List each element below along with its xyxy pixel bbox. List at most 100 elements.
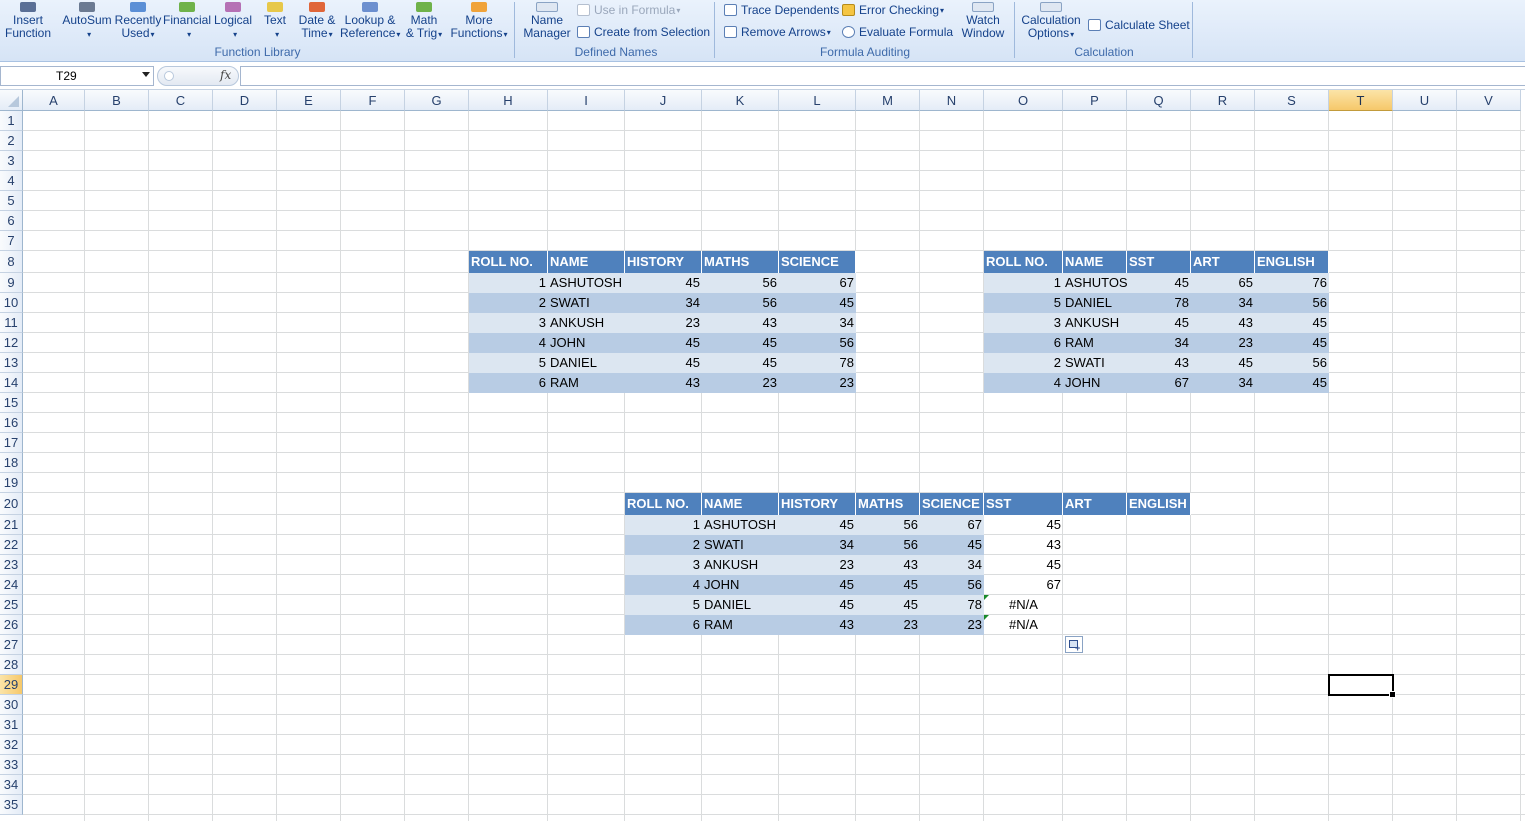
cell-r8[interactable]: ART	[1191, 251, 1255, 273]
column-header-k[interactable]: K	[702, 90, 779, 111]
cell-s11[interactable]: 45	[1255, 313, 1329, 333]
cell-o20[interactable]: SST	[984, 493, 1063, 515]
cell-p9[interactable]: ASHUTOSH	[1063, 273, 1127, 293]
active-cell-selection[interactable]	[1328, 674, 1396, 698]
cell-r9[interactable]: 65	[1191, 273, 1255, 293]
cell-r10[interactable]: 34	[1191, 293, 1255, 313]
cell-k20[interactable]: NAME	[702, 493, 779, 515]
cell-s10[interactable]: 56	[1255, 293, 1329, 313]
row-header-14[interactable]: 14	[0, 373, 23, 393]
cell-i10[interactable]: SWATI	[548, 293, 625, 313]
cell-l21[interactable]: 45	[779, 515, 856, 535]
cell-s8[interactable]: ENGLISH	[1255, 251, 1329, 273]
paste-options-icon[interactable]: +	[1065, 636, 1083, 653]
cell-l12[interactable]: 56	[779, 333, 856, 353]
row-header-21[interactable]: 21	[0, 515, 23, 535]
cell-j20[interactable]: ROLL NO.	[625, 493, 702, 515]
insert-function-button[interactable]: Insert Function	[2, 2, 54, 40]
watch-window-button[interactable]: Watch Window	[958, 2, 1008, 40]
cell-i9[interactable]: ASHUTOSH	[548, 273, 625, 293]
cell-k9[interactable]: 56	[702, 273, 779, 293]
column-header-g[interactable]: G	[405, 90, 469, 111]
cell-p12[interactable]: RAM	[1063, 333, 1127, 353]
cell-o25[interactable]: #N/A	[984, 595, 1063, 615]
worksheet-grid[interactable]: A B C D E F G H I J K L M N O P Q R S T U V 1 2 3 4 5 6 7 8 9 10 11 12 13 1…	[0, 90, 1525, 821]
row-header-28[interactable]: 28	[0, 655, 23, 675]
row-header-18[interactable]: 18	[0, 453, 23, 473]
row-header-17[interactable]: 17	[0, 433, 23, 453]
row-header-13[interactable]: 13	[0, 353, 23, 373]
column-header-h[interactable]: H	[469, 90, 548, 111]
column-header-m[interactable]: M	[856, 90, 920, 111]
cell-l22[interactable]: 34	[779, 535, 856, 555]
calculation-options-button[interactable]: Calculation Options▾	[1018, 2, 1084, 41]
cell-n21[interactable]: 67	[920, 515, 984, 535]
cell-r11[interactable]: 43	[1191, 313, 1255, 333]
row-header-9[interactable]: 9	[0, 273, 23, 293]
cell-l24[interactable]: 45	[779, 575, 856, 595]
cell-m20[interactable]: MATHS	[856, 493, 920, 515]
cell-o12[interactable]: 6	[984, 333, 1063, 353]
cell-h8[interactable]: ROLL NO.	[469, 251, 548, 273]
cell-q14[interactable]: 67	[1127, 373, 1191, 393]
error-checking-button[interactable]: Error Checking ▾	[842, 3, 944, 17]
row-header-4[interactable]: 4	[0, 171, 23, 191]
row-header-31[interactable]: 31	[0, 715, 23, 735]
cell-q10[interactable]: 78	[1127, 293, 1191, 313]
cell-q8[interactable]: SST	[1127, 251, 1191, 273]
row-header-16[interactable]: 16	[0, 413, 23, 433]
cell-k21[interactable]: ASHUTOSH	[702, 515, 779, 535]
logical-button[interactable]: Logical ▾	[211, 2, 255, 41]
cell-s14[interactable]: 45	[1255, 373, 1329, 393]
column-header-s[interactable]: S	[1255, 90, 1329, 111]
use-in-formula-button[interactable]: Use in Formula ▾	[577, 3, 680, 17]
column-header-a[interactable]: A	[23, 90, 85, 111]
cell-n26[interactable]: 23	[920, 615, 984, 635]
evaluate-formula-button[interactable]: Evaluate Formula	[842, 25, 953, 39]
row-header-11[interactable]: 11	[0, 313, 23, 333]
cell-k11[interactable]: 43	[702, 313, 779, 333]
cell-k24[interactable]: JOHN	[702, 575, 779, 595]
cell-m26[interactable]: 23	[856, 615, 920, 635]
cell-p14[interactable]: JOHN	[1063, 373, 1127, 393]
text-button[interactable]: Text ▾	[258, 2, 292, 41]
cell-i11[interactable]: ANKUSH	[548, 313, 625, 333]
select-all-corner[interactable]	[0, 90, 23, 111]
cell-k23[interactable]: ANKUSH	[702, 555, 779, 575]
cell-k13[interactable]: 45	[702, 353, 779, 373]
cell-p8[interactable]: NAME	[1063, 251, 1127, 273]
row-header-35[interactable]: 35	[0, 795, 23, 815]
row-header-19[interactable]: 19	[0, 473, 23, 493]
expand-handle-icon[interactable]	[164, 71, 174, 81]
cell-k26[interactable]: RAM	[702, 615, 779, 635]
cell-o11[interactable]: 3	[984, 313, 1063, 333]
cell-j25[interactable]: 5	[625, 595, 702, 615]
cell-p20[interactable]: ART	[1063, 493, 1127, 515]
cell-h9[interactable]: 1	[469, 273, 548, 293]
cell-s9[interactable]: 76	[1255, 273, 1329, 293]
column-header-d[interactable]: D	[213, 90, 277, 111]
row-header-20[interactable]: 20	[0, 493, 23, 515]
cell-o24[interactable]: 67	[984, 575, 1063, 595]
row-header-6[interactable]: 6	[0, 211, 23, 231]
cell-l26[interactable]: 43	[779, 615, 856, 635]
cell-q11[interactable]: 45	[1127, 313, 1191, 333]
row-header-26[interactable]: 26	[0, 615, 23, 635]
trace-dependents-button[interactable]: Trace Dependents	[724, 3, 839, 17]
more-functions-button[interactable]: More Functions▾	[447, 2, 511, 41]
error-indicator-icon[interactable]	[984, 615, 989, 620]
cell-o21[interactable]: 45	[984, 515, 1063, 535]
cell-l10[interactable]: 45	[779, 293, 856, 313]
cell-o22[interactable]: 43	[984, 535, 1063, 555]
cell-n25[interactable]: 78	[920, 595, 984, 615]
math-trig-button[interactable]: Math & Trig▾	[403, 2, 445, 41]
cell-j10[interactable]: 34	[625, 293, 702, 313]
cell-h13[interactable]: 5	[469, 353, 548, 373]
cell-k8[interactable]: MATHS	[702, 251, 779, 273]
column-header-o[interactable]: O	[984, 90, 1063, 111]
row-header-7[interactable]: 7	[0, 231, 23, 251]
cell-o14[interactable]: 4	[984, 373, 1063, 393]
column-header-p[interactable]: P	[1063, 90, 1127, 111]
row-header-5[interactable]: 5	[0, 191, 23, 211]
cell-p13[interactable]: SWATI	[1063, 353, 1127, 373]
